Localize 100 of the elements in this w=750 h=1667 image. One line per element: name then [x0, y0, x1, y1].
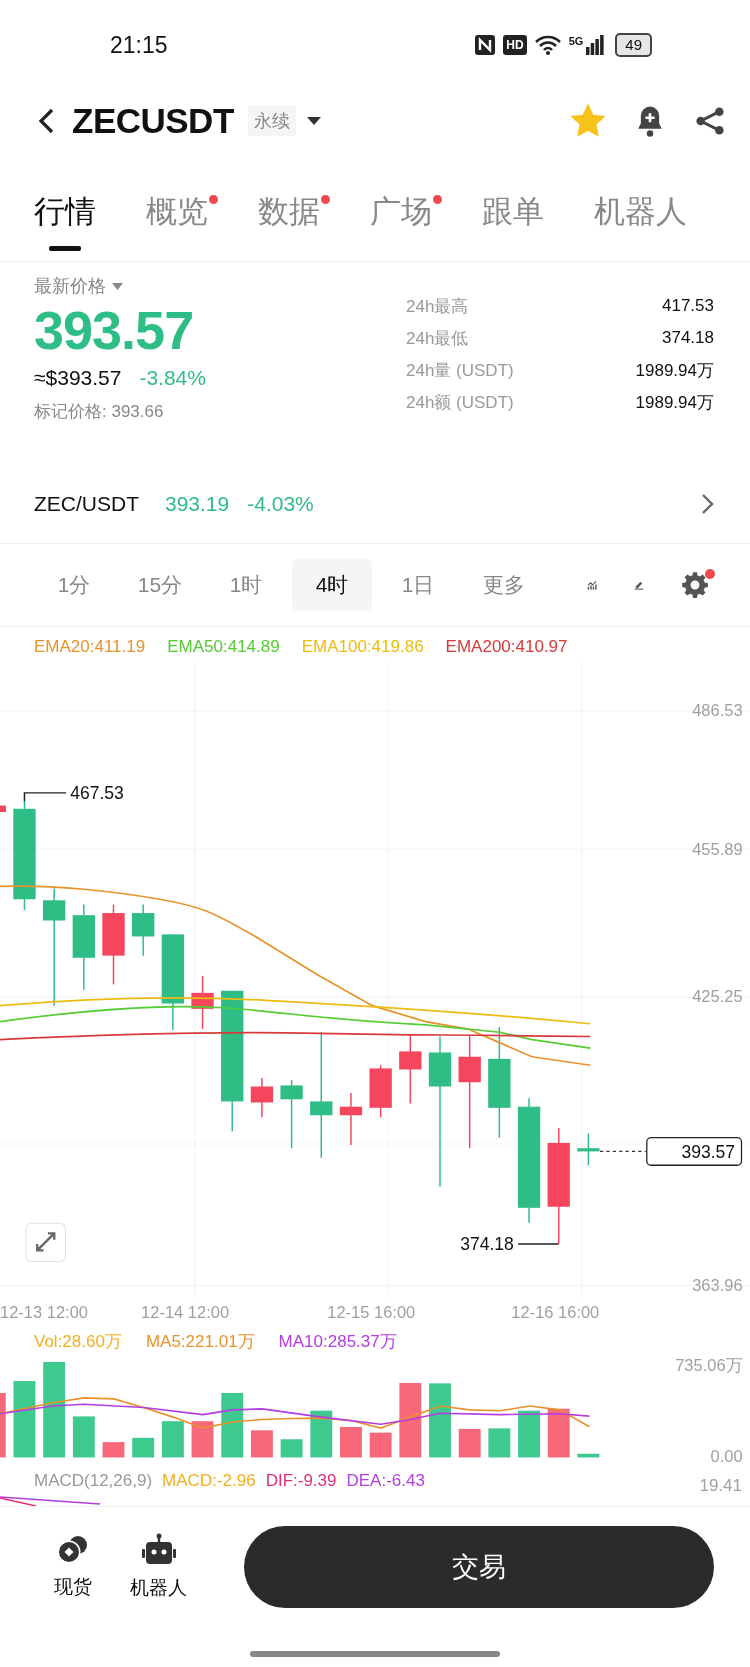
volume-bar	[547, 1408, 570, 1458]
macd-value: DIF:-9.39	[265, 1471, 337, 1491]
network-label: 5G	[568, 35, 584, 47]
price-axis-label: 425.25	[692, 987, 743, 1006]
volume-value: Vol:28.60万	[34, 1330, 122, 1353]
volume-value: MA5:221.01万	[145, 1330, 255, 1353]
candlestick	[369, 1064, 392, 1119]
volume-bar	[132, 1437, 155, 1458]
symbol-title: ZECUSDT	[72, 101, 234, 141]
timeframe-tab[interactable]: 1日	[378, 559, 458, 611]
timeframe-tab[interactable]: 1时	[206, 559, 286, 611]
stat-label: 24h最低	[406, 327, 469, 350]
settings-icon[interactable]	[681, 571, 709, 599]
volume-axis-label: 735.06万	[675, 1356, 743, 1374]
pair-price: 393.19	[165, 492, 230, 516]
macd-axis-label: 19.41	[699, 1476, 742, 1496]
tab[interactable]: 跟单	[482, 192, 554, 261]
nav-item[interactable]: 机器人	[130, 1533, 187, 1601]
timeframe-tab[interactable]: 4时	[292, 559, 372, 611]
time-axis-label: 12-15 16:00	[327, 1303, 416, 1322]
volume-bar	[102, 1442, 125, 1458]
candlestick	[0, 805, 6, 812]
volume-bar	[161, 1421, 184, 1458]
candlestick	[250, 1077, 274, 1119]
stat-label: 24h额 (USDT)	[406, 391, 514, 414]
candlestick	[280, 1079, 303, 1149]
volume-bar	[250, 1430, 273, 1458]
stat-value: 1989.94万	[635, 391, 714, 414]
macd-value: MACD:-2.96	[162, 1471, 256, 1491]
candlestick	[339, 1092, 363, 1146]
time-axis-label: 12-16 16:00	[511, 1303, 600, 1322]
pair-change: -4.03%	[247, 492, 314, 516]
candlestick	[191, 975, 214, 1030]
time-axis-label: 12-14 12:00	[141, 1303, 230, 1322]
tab[interactable]: 数据	[258, 192, 330, 261]
tab[interactable]: 机器人	[594, 192, 697, 261]
volume-bar	[72, 1416, 95, 1458]
tab[interactable]: 概览	[146, 192, 218, 261]
macd-value: DEA:-6.43	[346, 1471, 425, 1491]
ema-value: EMA100:419.86	[301, 637, 424, 657]
back-icon[interactable]	[36, 107, 56, 135]
trade-button[interactable]: 交易	[244, 1526, 714, 1608]
current-price-line	[599, 1150, 647, 1153]
price-axis-label: 486.53	[692, 701, 743, 720]
expand-button[interactable]	[25, 1222, 66, 1263]
price-label: 最新价格	[34, 275, 106, 298]
tab[interactable]: 广场	[370, 192, 442, 261]
price-axis-label: 363.96	[692, 1275, 743, 1294]
low-price-label: 374.18	[460, 1234, 514, 1255]
volume-bar	[369, 1432, 392, 1458]
nav-item[interactable]: 现货	[54, 1534, 92, 1600]
wifi-icon	[533, 34, 562, 56]
mark-price: 标记价格: 393.66	[34, 401, 164, 423]
leader-line	[517, 1243, 560, 1245]
star-icon[interactable]	[570, 103, 606, 139]
nfc-icon	[474, 34, 497, 56]
volume-bar	[0, 1393, 6, 1458]
chevron-right-icon[interactable]	[700, 493, 714, 515]
tab[interactable]: 行情	[34, 192, 106, 261]
stat-label: 24h量 (USDT)	[406, 359, 514, 382]
ema-value: EMA50:414.89	[167, 637, 280, 657]
stat-value: 1989.94万	[635, 359, 714, 382]
hd-badge: HD	[503, 35, 527, 55]
share-icon[interactable]	[694, 105, 726, 137]
caret-icon[interactable]	[305, 116, 322, 126]
volume-bar	[280, 1439, 303, 1458]
volume-bar	[191, 1421, 214, 1458]
candlestick	[577, 1132, 600, 1166]
pair-name[interactable]: ZEC/USDT	[34, 492, 139, 516]
leader-line	[23, 792, 67, 802]
status-time: 21:15	[110, 31, 168, 59]
robot-icon	[140, 1533, 177, 1567]
ema-value: EMA200:410.97	[445, 637, 568, 657]
dif-line	[0, 1497, 37, 1507]
time-axis-label: 12-13 12:00	[0, 1303, 88, 1322]
battery-indicator: 49	[615, 33, 652, 57]
usd-price: ≈$393.57	[34, 366, 122, 390]
volume-bar	[577, 1453, 600, 1458]
volume-axis-label: 0.00	[710, 1446, 743, 1465]
stat-value: 374.18	[662, 328, 714, 348]
price-change: -3.84%	[139, 366, 206, 390]
volume-bar	[458, 1428, 481, 1458]
ema-value: EMA20:411.19	[34, 637, 146, 657]
candlestick	[132, 903, 155, 957]
timeframe-tab[interactable]: 1分	[34, 559, 114, 611]
last-price: 393.57	[34, 299, 194, 362]
high-price-label: 467.53	[70, 783, 124, 804]
volume-bar	[340, 1426, 362, 1458]
stat-value: 417.53	[662, 296, 714, 316]
volume-bar	[310, 1410, 333, 1458]
price-axis-label: 455.89	[692, 839, 743, 858]
volume-value: MA10:285.37万	[278, 1330, 397, 1353]
current-price-label: 393.57	[646, 1136, 743, 1166]
stat-label: 24h最高	[406, 295, 469, 318]
contract-tag: 永续	[247, 106, 296, 136]
signal-icon	[586, 35, 605, 55]
candlestick	[399, 1033, 422, 1105]
volume-bar	[488, 1428, 511, 1458]
timeframe-tab[interactable]: 15分	[120, 559, 200, 611]
timeframe-tab[interactable]: 更多	[464, 559, 544, 611]
